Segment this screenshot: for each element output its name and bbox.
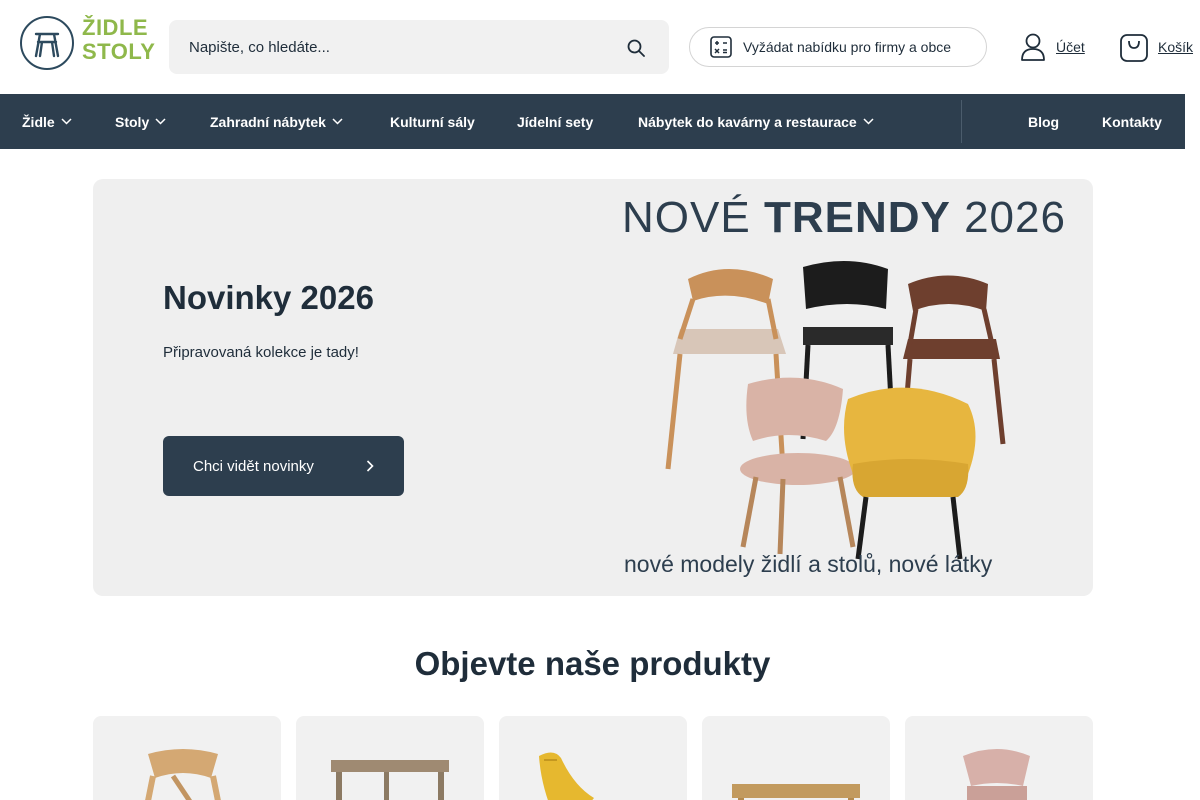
yellow-chair-image <box>539 752 594 800</box>
site-header: ŽIDLE STOLY Vyžádat nabídku pro firmy a … <box>0 0 1200 94</box>
cart-link[interactable]: Košík <box>1120 32 1193 62</box>
chairs-illustration <box>665 260 1006 560</box>
chevron-down-icon <box>332 118 343 125</box>
nav-item-label: Židle <box>22 113 55 130</box>
nav-item-zahradni-nabytek[interactable]: Zahradní nábytek <box>210 94 343 149</box>
products-section-title: Objevte naše produkty <box>414 645 771 682</box>
nav-item-kontakty[interactable]: Kontakty <box>1102 94 1162 149</box>
nav-item-label: Zahradní nábytek <box>210 113 326 130</box>
nav-item-kavarny-restaurace[interactable]: Nábytek do kavárny a restaurace <box>638 94 874 149</box>
nav-item-label: Blog <box>1028 113 1060 130</box>
nav-divider <box>961 100 962 143</box>
product-card-yellow-chair[interactable] <box>499 716 687 800</box>
hero-button-label: Chci vidět novinky <box>193 457 314 475</box>
hero-title: Novinky 2026 <box>163 279 374 316</box>
nav-item-label: Kontakty <box>1102 113 1162 130</box>
cart-label: Košík <box>1158 39 1194 55</box>
nav-item-label: Stoly <box>115 113 150 130</box>
view-new-products-button[interactable]: Chci vidět novinky <box>163 436 404 496</box>
chevron-down-icon <box>61 118 72 125</box>
oak-table-image <box>732 784 860 800</box>
logo-text: ŽIDLE STOLY <box>82 16 155 64</box>
request-offer-button[interactable]: Vyžádat nabídku pro firmy a obce <box>689 27 987 67</box>
nav-item-blog[interactable]: Blog <box>1028 94 1059 149</box>
logo-line-2: STOLY <box>82 39 156 64</box>
chevron-down-icon <box>155 118 166 125</box>
nav-item-jidelni-sety[interactable]: Jídelní sety <box>517 94 593 149</box>
search-icon[interactable] <box>627 39 645 57</box>
product-card-oak-table[interactable] <box>702 716 890 800</box>
chevron-right-icon <box>366 460 374 472</box>
user-icon <box>1021 33 1045 61</box>
hero-subtitle: Připravovaná kolekce je tady! <box>163 344 359 361</box>
chevron-down-icon <box>863 118 874 125</box>
logo[interactable]: ŽIDLE STOLY <box>20 16 155 72</box>
account-link[interactable]: Účet <box>1020 32 1085 62</box>
nav-item-stoly[interactable]: Stoly <box>115 94 166 149</box>
search-input[interactable] <box>189 20 609 74</box>
wooden-table-image <box>331 760 449 800</box>
product-card-wooden-table[interactable] <box>296 716 484 800</box>
nav-item-label: Kulturní sály <box>390 113 475 130</box>
hero-banner: Novinky 2026 Připravovaná kolekce je tad… <box>93 179 1093 596</box>
hero-image[interactable]: NOVÉ TRENDY 2026 nové modely židlí a sto… <box>608 179 1093 596</box>
nav-item-kulturni-saly[interactable]: Kulturní sály <box>390 94 475 149</box>
request-offer-label: Vyžádat nabídku pro firmy a obce <box>743 39 952 55</box>
calculator-icon <box>710 36 732 58</box>
logo-chair-icon <box>20 16 74 70</box>
nav-item-label: Nábytek do kavárny a restaurace <box>638 113 857 130</box>
pink-chair-image <box>963 749 1030 800</box>
product-cards <box>93 716 1093 800</box>
main-navigation: Židle Stoly Zahradní nábytek Kulturní sá… <box>0 94 1185 149</box>
account-label: Účet <box>1056 39 1085 55</box>
product-card-pink-chair[interactable] <box>905 716 1093 800</box>
search-box <box>169 20 669 74</box>
hero-image-footer: nové modely židlí a stolů, nové látky <box>624 551 993 577</box>
oak-chair-image <box>145 749 221 800</box>
product-card-oak-chair[interactable] <box>93 716 281 800</box>
nav-item-label: Jídelní sety <box>517 113 594 130</box>
nav-item-zidle[interactable]: Židle <box>22 94 72 149</box>
shopping-bag-icon <box>1120 34 1148 62</box>
logo-line-1: ŽIDLE <box>82 15 149 40</box>
